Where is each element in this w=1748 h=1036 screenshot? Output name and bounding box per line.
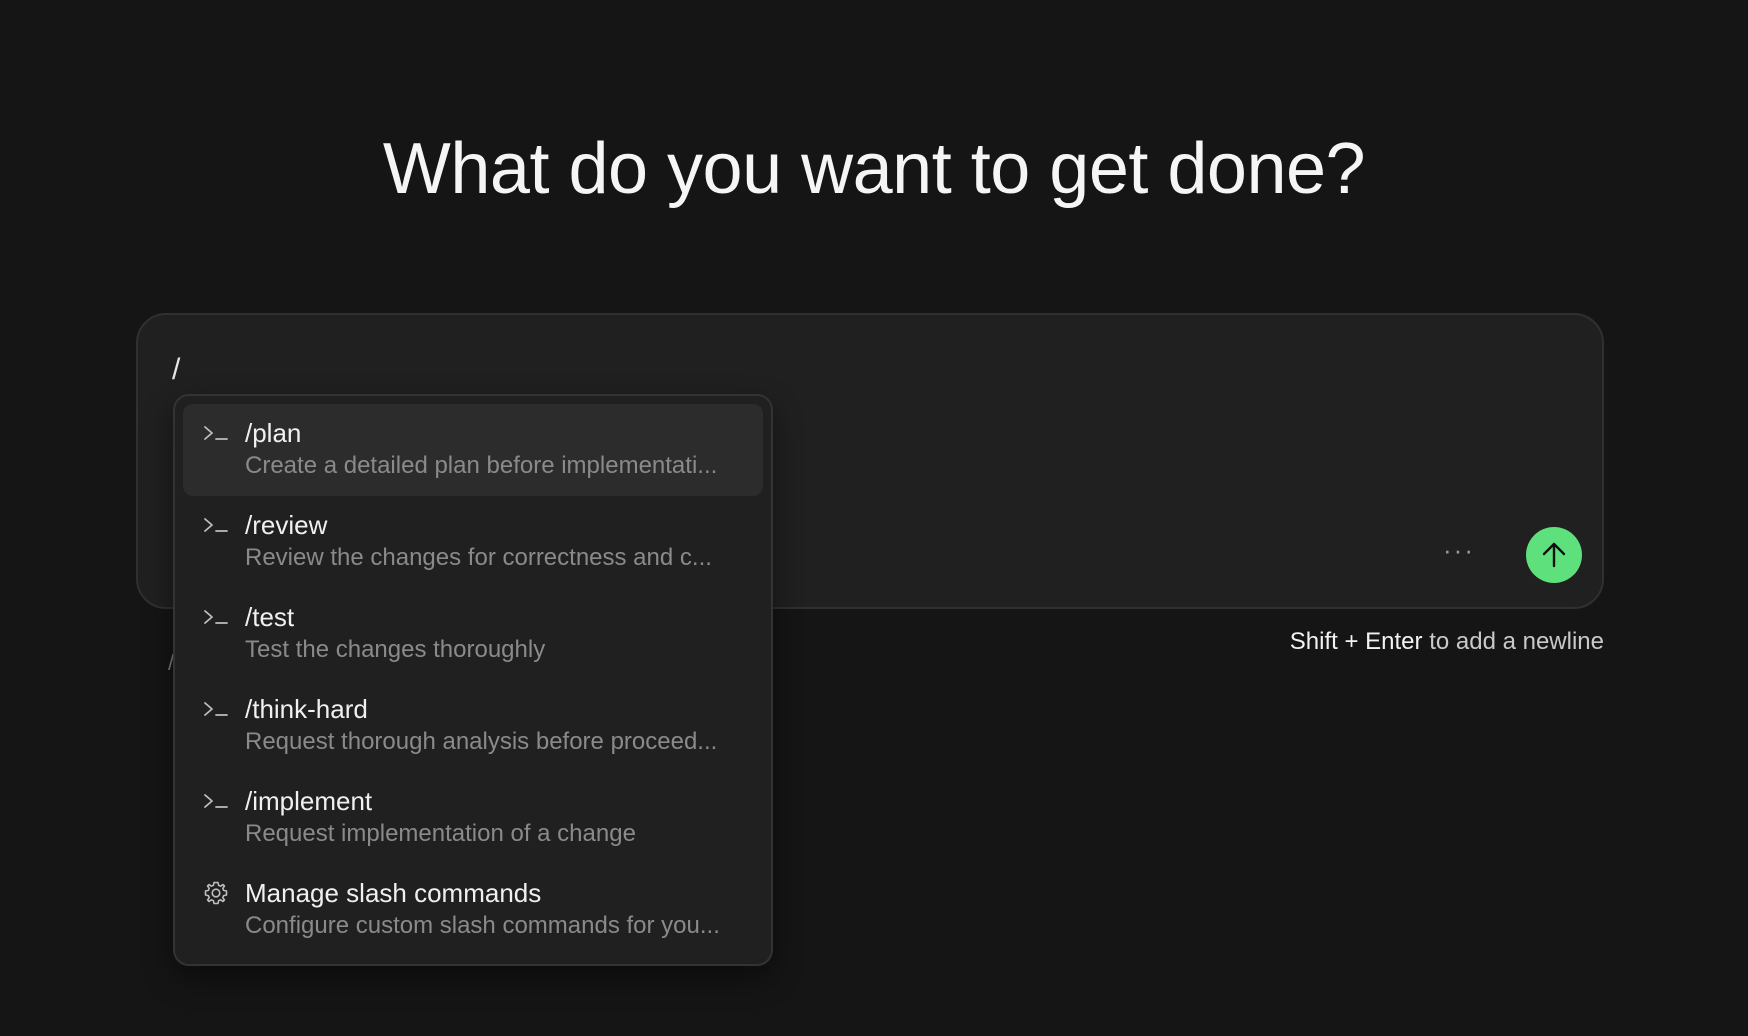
terminal-icon — [201, 418, 231, 448]
slash-command-title: /review — [245, 510, 328, 540]
slash-command-title: /think-hard — [245, 694, 368, 724]
terminal-icon — [201, 510, 231, 540]
slash-command-item-test[interactable]: /test Test the changes thoroughly — [183, 588, 763, 680]
prompt-input[interactable]: / — [172, 353, 180, 387]
shortcut-keys: Shift + Enter — [1289, 628, 1423, 655]
manage-slash-commands-item[interactable]: Manage slash commands Configure custom s… — [183, 864, 763, 956]
send-button[interactable] — [1526, 527, 1582, 583]
slash-command-description: Request implementation of a change — [245, 820, 636, 847]
more-options-button[interactable]: ··· — [1434, 535, 1484, 565]
slash-command-item-think-hard[interactable]: /think-hard Request thorough analysis be… — [183, 680, 763, 772]
slash-command-item-plan[interactable]: /plan Create a detailed plan before impl… — [183, 404, 763, 496]
slash-command-title: /plan — [245, 418, 302, 448]
arrow-up-icon — [1542, 542, 1566, 568]
slash-command-item-implement[interactable]: /implement Request implementation of a c… — [183, 772, 763, 864]
slash-command-title: /test — [245, 602, 295, 632]
slash-command-description: Configure custom slash commands for you.… — [245, 912, 720, 939]
slash-command-title: /implement — [245, 786, 373, 816]
slash-command-description: Request thorough analysis before proceed… — [245, 728, 718, 755]
terminal-icon — [201, 694, 231, 724]
slash-command-description: Test the changes thoroughly — [245, 636, 546, 663]
slash-command-description: Create a detailed plan before implementa… — [245, 452, 718, 479]
slash-command-description: Review the changes for correctness and c… — [245, 544, 712, 571]
terminal-icon — [201, 786, 231, 816]
hint-text: to add a newline — [1422, 628, 1604, 655]
slash-command-title: Manage slash commands — [245, 878, 542, 908]
gear-icon — [201, 878, 231, 908]
page-title: What do you want to get done? — [382, 129, 1366, 209]
terminal-icon — [201, 602, 231, 632]
newline-hint: Shift + Enter to add a newline — [1290, 628, 1604, 656]
slash-command-item-review[interactable]: /review Review the changes for correctne… — [183, 496, 763, 588]
slash-command-menu: /plan Create a detailed plan before impl… — [173, 394, 773, 966]
